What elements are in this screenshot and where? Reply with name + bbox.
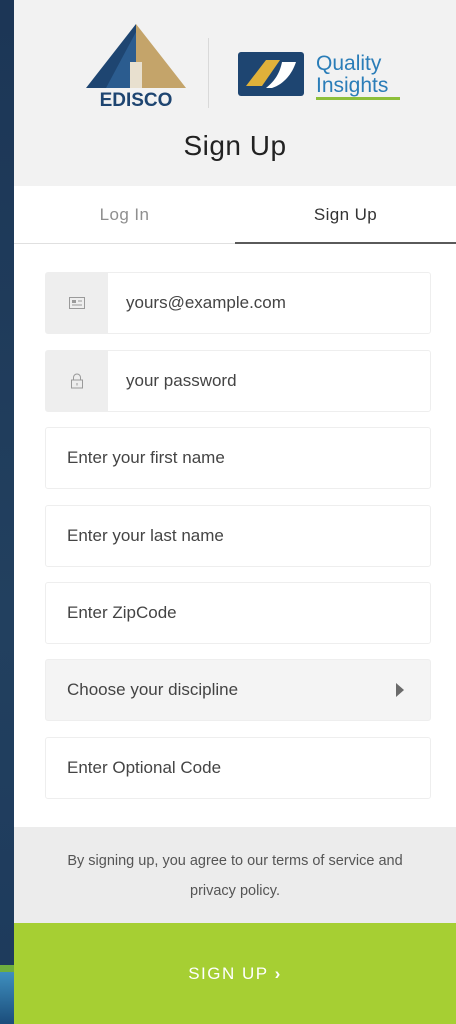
logo-divider [208, 38, 209, 108]
chevron-right-icon: › [274, 964, 282, 983]
svg-text:Insights: Insights [316, 74, 388, 97]
terms-line-1: By signing up, you agree to our terms of… [67, 853, 403, 869]
sign-up-button[interactable]: SIGN UP › [14, 923, 456, 1024]
password-field[interactable]: your password [45, 350, 431, 412]
page-title: Sign Up [183, 130, 287, 161]
first-name-placeholder: Enter your first name [67, 448, 225, 467]
discipline-placeholder: Choose your discipline [67, 680, 239, 699]
last-name-placeholder: Enter your last name [67, 526, 224, 545]
discipline-select[interactable]: Choose your discipline [45, 659, 431, 721]
svg-text:EDISCO: EDISCO [100, 90, 173, 110]
header: EDISCO Quality Insights Sign Up [14, 0, 456, 186]
auth-tabs: Log In Sign Up [14, 186, 456, 244]
zipcode-field[interactable]: Enter ZipCode [45, 582, 431, 644]
last-name-field[interactable]: Enter your last name [45, 505, 431, 567]
terms-notice: By signing up, you agree to our terms of… [14, 827, 456, 923]
lock-icon [46, 351, 108, 411]
caret-right-icon [396, 683, 404, 697]
email-field[interactable]: yours@example.com [45, 272, 431, 334]
password-value: your password [126, 371, 237, 390]
first-name-field[interactable]: Enter your first name [45, 427, 431, 489]
quality-insights-logo: Quality Insights [238, 52, 400, 100]
signup-panel: EDISCO Quality Insights Sign Up Log In S… [14, 0, 456, 1024]
tab-sign-up[interactable]: Sign Up [235, 186, 456, 244]
edisco-logo: EDISCO [86, 24, 186, 110]
svg-text:Quality: Quality [316, 52, 382, 75]
optional-code-field[interactable]: Enter Optional Code [45, 737, 431, 799]
background-left-strip [0, 0, 14, 1024]
zipcode-placeholder: Enter ZipCode [67, 603, 177, 622]
email-value: yours@example.com [126, 293, 286, 312]
terms-line-2: privacy policy. [190, 883, 280, 899]
envelope-icon [46, 273, 108, 333]
sign-up-button-label: SIGN UP [188, 964, 269, 983]
optional-code-placeholder: Enter Optional Code [67, 758, 222, 777]
tab-log-in[interactable]: Log In [14, 186, 235, 244]
background-accent-blue [0, 972, 14, 1024]
